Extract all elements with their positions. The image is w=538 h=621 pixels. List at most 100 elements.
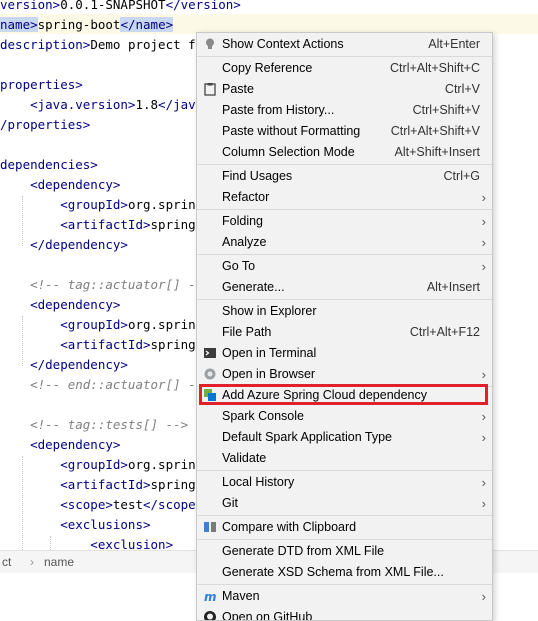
menu-item-label: Default Spark Application Type <box>222 430 393 444</box>
menu-separator <box>197 56 492 57</box>
code-line: <scope>test</scope> <box>0 495 203 515</box>
menu-item-show-context-actions[interactable]: Show Context Actions Alt+Enter <box>197 34 492 55</box>
code-tag: <artifactId> <box>0 477 151 492</box>
breadcrumb-separator: › <box>30 555 34 569</box>
menu-item-label: Git <box>222 496 238 510</box>
menu-item-analyze[interactable]: Analyze › <box>197 232 492 253</box>
code-comment: <!-- tag::actuator[] --> <box>0 277 211 292</box>
menu-item-shortcut: Alt+Enter <box>428 37 480 51</box>
code-tag: </dependency> <box>0 237 128 252</box>
code-tag: name> <box>0 17 38 32</box>
menu-item-paste-from-history[interactable]: Paste from History... Ctrl+Shift+V <box>197 100 492 121</box>
code-comment: <!-- tag::tests[] --> <box>0 417 189 432</box>
menu-item-paste-without-formatting[interactable]: Paste without Formatting Ctrl+Alt+Shift+V <box>197 121 492 142</box>
code-line: <java.version>1.8</java.v <box>0 95 218 115</box>
menu-item-maven[interactable]: m Maven › <box>197 586 492 607</box>
menu-item-default-spark-application-type[interactable]: Default Spark Application Type › <box>197 427 492 448</box>
breadcrumb-item-first[interactable]: ct <box>2 551 11 573</box>
menu-item-shortcut: Ctrl+V <box>444 82 480 96</box>
code-tag: <exclusions> <box>0 517 151 532</box>
chevron-right-icon: › <box>481 430 486 445</box>
bulb-icon <box>203 37 217 51</box>
menu-separator <box>197 209 492 210</box>
menu-item-compare-with-clipboard[interactable]: Compare with Clipboard <box>197 517 492 538</box>
maven-icon: m <box>203 589 217 604</box>
chevron-right-icon: › <box>481 409 486 424</box>
code-tag: dependencies> <box>0 157 98 172</box>
code-tag: </name> <box>120 17 174 32</box>
code-tag: /properties> <box>0 117 91 132</box>
menu-separator <box>197 539 492 540</box>
code-tag: </dependency> <box>0 357 128 372</box>
menu-item-label: Find Usages <box>222 169 293 183</box>
menu-item-validate[interactable]: Validate <box>197 448 492 469</box>
code-line: dependencies> <box>0 155 98 175</box>
menu-item-label: Go To <box>222 259 256 273</box>
menu-item-show-in-explorer[interactable]: Show in Explorer <box>197 301 492 322</box>
code-value: Demo project for <box>90 37 211 52</box>
code-line: <artifactId>spring-bo <box>0 215 218 235</box>
code-tag: <dependency> <box>0 297 121 312</box>
menu-separator <box>197 470 492 471</box>
code-tag: description> <box>0 37 91 52</box>
menu-item-file-path[interactable]: File Path Ctrl+Alt+F12 <box>197 322 492 343</box>
menu-separator <box>197 254 492 255</box>
code-line: <!-- tag::tests[] --> <box>0 415 188 435</box>
menu-item-find-usages[interactable]: Find Usages Ctrl+G <box>197 166 492 187</box>
menu-item-copy-reference[interactable]: Copy Reference Ctrl+Alt+Shift+C <box>197 58 492 79</box>
highlight-box <box>199 384 488 405</box>
menu-item-generate[interactable]: Generate... Alt+Insert <box>197 277 492 298</box>
menu-item-label: Paste from History... <box>222 103 335 117</box>
code-tag: <dependency> <box>0 437 121 452</box>
menu-item-label: Column Selection Mode <box>222 145 355 159</box>
menu-item-label: Generate DTD from XML File <box>222 544 385 558</box>
menu-item-git[interactable]: Git › <box>197 493 492 514</box>
menu-separator <box>197 584 492 585</box>
svg-text:m: m <box>204 590 217 603</box>
menu-item-column-selection-mode[interactable]: Column Selection Mode Alt+Shift+Insert <box>197 142 492 163</box>
chevron-right-icon: › <box>481 214 486 229</box>
menu-item-label: Paste without Formatting <box>222 124 361 138</box>
code-line: <groupId>org.springfr <box>0 455 218 475</box>
clipboard-icon <box>203 82 217 96</box>
compare-icon <box>203 520 217 534</box>
menu-item-spark-console[interactable]: Spark Console › <box>197 406 492 427</box>
code-value: spring-boot <box>37 17 121 32</box>
menu-item-label: Spark Console <box>222 409 304 423</box>
code-line: <dependency> <box>0 435 120 455</box>
code-tag: <dependency> <box>0 177 121 192</box>
menu-item-paste[interactable]: Paste Ctrl+V <box>197 79 492 100</box>
code-value: 0.0.1-SNAPSHOT <box>60 0 166 12</box>
menu-item-refactor[interactable]: Refactor › <box>197 187 492 208</box>
menu-item-generate-dtd-from-xml-file[interactable]: Generate DTD from XML File <box>197 541 492 562</box>
menu-item-label: Local History <box>222 475 295 489</box>
code-line: <artifactId>spring-bo <box>0 475 218 495</box>
menu-item-label: Open in Browser <box>222 367 316 381</box>
menu-item-label: Paste <box>222 82 254 96</box>
menu-item-go-to[interactable]: Go To › <box>197 256 492 277</box>
menu-item-shortcut: Ctrl+Alt+F12 <box>409 325 480 339</box>
breadcrumb-item-name[interactable]: name <box>44 551 74 573</box>
menu-item-label: Compare with Clipboard <box>222 520 357 534</box>
code-tag: properties> <box>0 77 83 92</box>
code-value: test <box>112 497 143 512</box>
menu-item-label: Generate... <box>222 280 285 294</box>
browser-icon <box>203 367 217 381</box>
code-tag: <groupId> <box>0 197 128 212</box>
code-line: <!-- tag::actuator[] --> <box>0 275 211 295</box>
code-line: description>Demo project for <box>0 35 211 55</box>
code-tag: <groupId> <box>0 457 128 472</box>
code-tag: version> <box>0 0 61 12</box>
code-tag: <scope> <box>0 497 113 512</box>
menu-item-local-history[interactable]: Local History › <box>197 472 492 493</box>
code-line: /properties> <box>0 115 90 135</box>
menu-item-folding[interactable]: Folding › <box>197 211 492 232</box>
chevron-right-icon: › <box>481 259 486 274</box>
chevron-right-icon: › <box>481 190 486 205</box>
code-value: 1.8 <box>135 97 159 112</box>
menu-item-shortcut: Ctrl+Alt+Shift+V <box>390 124 480 138</box>
menu-item-generate-xsd-schema-from-xml-file[interactable]: Generate XSD Schema from XML File... <box>197 562 492 583</box>
menu-item-open-in-terminal[interactable]: Open in Terminal <box>197 343 492 364</box>
menu-item-open-in-browser[interactable]: Open in Browser › <box>197 364 492 385</box>
menu-item-label: Maven <box>222 589 260 603</box>
